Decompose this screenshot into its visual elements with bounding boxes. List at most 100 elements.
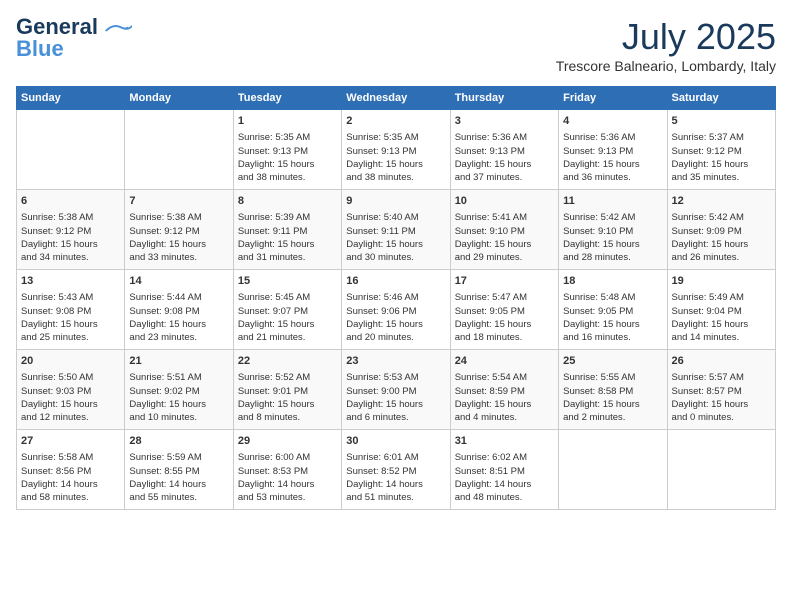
day-header-thursday: Thursday <box>450 87 558 110</box>
day-number: 11 <box>563 194 662 209</box>
week-row-3: 13Sunrise: 5:43 AM Sunset: 9:08 PM Dayli… <box>17 270 776 350</box>
day-number: 19 <box>672 274 771 289</box>
day-number: 31 <box>455 434 554 449</box>
calendar-header-row: SundayMondayTuesdayWednesdayThursdayFrid… <box>17 87 776 110</box>
day-info: Sunrise: 6:02 AM Sunset: 8:51 PM Dayligh… <box>455 451 554 504</box>
calendar-cell: 24 Sunrise: 5:54 AM Sunset: 8:59 PM Dayli… <box>450 350 558 430</box>
day-header-monday: Monday <box>125 87 233 110</box>
day-number: 22 <box>238 354 337 369</box>
calendar-cell: 15 Sunrise: 5:45 AM Sunset: 9:07 PM Dayli… <box>233 270 341 350</box>
day-info: Sunrise: 5:48 AM Sunset: 9:05 PM Dayligh… <box>563 291 662 344</box>
day-number: 26 <box>672 354 771 369</box>
calendar-cell: 2Sunrise: 5:35 AM Sunset: 9:13 PM Daylig… <box>342 110 450 190</box>
day-info: Sunrise: 5:38 AM Sunset: 9:12 PM Dayligh… <box>21 211 120 264</box>
day-info: Sunrise: 5:59 AM Sunset: 8:55 PM Dayligh… <box>129 451 228 504</box>
day-number: 3 <box>455 114 554 129</box>
day-info: Sunrise: 5:36 AM Sunset: 9:13 PM Dayligh… <box>455 131 554 184</box>
day-info: Sunrise: 5:42 AM Sunset: 9:09 PM Dayligh… <box>672 211 771 264</box>
logo: GeneralBlue <box>16 16 132 60</box>
logo-bird-icon <box>102 22 132 40</box>
day-info: Sunrise: 5:55 AM Sunset: 8:58 PM Dayligh… <box>563 371 662 424</box>
day-info: Sunrise: 5:57 AM Sunset: 8:57 PM Dayligh… <box>672 371 771 424</box>
calendar-cell: 11 Sunrise: 5:42 AM Sunset: 9:10 PM Dayli… <box>559 190 667 270</box>
day-info: Sunrise: 5:43 AM Sunset: 9:08 PM Dayligh… <box>21 291 120 344</box>
location: Trescore Balneario, Lombardy, Italy <box>556 58 776 74</box>
week-row-2: 6Sunrise: 5:38 AM Sunset: 9:12 PM Daylig… <box>17 190 776 270</box>
day-info: Sunrise: 5:36 AM Sunset: 9:13 PM Dayligh… <box>563 131 662 184</box>
calendar-body: 1 Sunrise: 5:35 AM Sunset: 9:13 PM Daylig… <box>17 110 776 510</box>
day-info: Sunrise: 5:58 AM Sunset: 8:56 PM Dayligh… <box>21 451 120 504</box>
day-info: Sunrise: 5:39 AM Sunset: 9:11 PM Dayligh… <box>238 211 337 264</box>
calendar-cell: 30 Sunrise: 6:01 AM Sunset: 8:52 PM Dayli… <box>342 430 450 510</box>
calendar-cell <box>667 430 775 510</box>
day-info: Sunrise: 5:45 AM Sunset: 9:07 PM Dayligh… <box>238 291 337 344</box>
calendar-cell: 14 Sunrise: 5:44 AM Sunset: 9:08 PM Dayli… <box>125 270 233 350</box>
day-info: Sunrise: 5:38 AM Sunset: 9:12 PM Dayligh… <box>129 211 228 264</box>
month-year: July 2025 <box>556 16 776 58</box>
day-number: 17 <box>455 274 554 289</box>
calendar-cell: 21Sunrise: 5:51 AM Sunset: 9:02 PM Dayli… <box>125 350 233 430</box>
day-number: 8 <box>238 194 337 209</box>
day-info: Sunrise: 5:50 AM Sunset: 9:03 PM Dayligh… <box>21 371 120 424</box>
day-info: Sunrise: 6:00 AM Sunset: 8:53 PM Dayligh… <box>238 451 337 504</box>
day-number: 20 <box>21 354 120 369</box>
day-number: 7 <box>129 194 228 209</box>
calendar-cell: 22Sunrise: 5:52 AM Sunset: 9:01 PM Dayli… <box>233 350 341 430</box>
calendar-table: SundayMondayTuesdayWednesdayThursdayFrid… <box>16 86 776 510</box>
day-info: Sunrise: 5:44 AM Sunset: 9:08 PM Dayligh… <box>129 291 228 344</box>
calendar-cell: 16Sunrise: 5:46 AM Sunset: 9:06 PM Dayli… <box>342 270 450 350</box>
day-number: 23 <box>346 354 445 369</box>
day-number: 29 <box>238 434 337 449</box>
title-block: July 2025 Trescore Balneario, Lombardy, … <box>556 16 776 74</box>
calendar-cell <box>125 110 233 190</box>
calendar-cell: 26 Sunrise: 5:57 AM Sunset: 8:57 PM Dayli… <box>667 350 775 430</box>
calendar-cell: 4 Sunrise: 5:36 AM Sunset: 9:13 PM Daylig… <box>559 110 667 190</box>
day-header-saturday: Saturday <box>667 87 775 110</box>
day-number: 14 <box>129 274 228 289</box>
calendar-cell: 20 Sunrise: 5:50 AM Sunset: 9:03 PM Dayli… <box>17 350 125 430</box>
day-number: 30 <box>346 434 445 449</box>
day-number: 28 <box>129 434 228 449</box>
day-info: Sunrise: 5:53 AM Sunset: 9:00 PM Dayligh… <box>346 371 445 424</box>
calendar-cell: 28 Sunrise: 5:59 AM Sunset: 8:55 PM Dayli… <box>125 430 233 510</box>
day-header-friday: Friday <box>559 87 667 110</box>
calendar-cell: 9 Sunrise: 5:40 AM Sunset: 9:11 PM Daylig… <box>342 190 450 270</box>
calendar-cell: 7 Sunrise: 5:38 AM Sunset: 9:12 PM Daylig… <box>125 190 233 270</box>
day-number: 24 <box>455 354 554 369</box>
day-info: Sunrise: 5:37 AM Sunset: 9:12 PM Dayligh… <box>672 131 771 184</box>
calendar-cell: 25Sunrise: 5:55 AM Sunset: 8:58 PM Dayli… <box>559 350 667 430</box>
day-number: 2 <box>346 114 445 129</box>
day-header-wednesday: Wednesday <box>342 87 450 110</box>
day-info: Sunrise: 5:47 AM Sunset: 9:05 PM Dayligh… <box>455 291 554 344</box>
calendar-cell <box>559 430 667 510</box>
calendar-cell: 17 Sunrise: 5:47 AM Sunset: 9:05 PM Dayli… <box>450 270 558 350</box>
week-row-5: 27Sunrise: 5:58 AM Sunset: 8:56 PM Dayli… <box>17 430 776 510</box>
day-header-tuesday: Tuesday <box>233 87 341 110</box>
day-number: 4 <box>563 114 662 129</box>
calendar-cell: 31 Sunrise: 6:02 AM Sunset: 8:51 PM Dayli… <box>450 430 558 510</box>
calendar-cell: 6Sunrise: 5:38 AM Sunset: 9:12 PM Daylig… <box>17 190 125 270</box>
day-number: 9 <box>346 194 445 209</box>
calendar-cell: 23 Sunrise: 5:53 AM Sunset: 9:00 PM Dayli… <box>342 350 450 430</box>
calendar-cell: 19 Sunrise: 5:49 AM Sunset: 9:04 PM Dayli… <box>667 270 775 350</box>
week-row-4: 20 Sunrise: 5:50 AM Sunset: 9:03 PM Dayli… <box>17 350 776 430</box>
day-number: 1 <box>238 114 337 129</box>
day-number: 21 <box>129 354 228 369</box>
day-info: Sunrise: 5:42 AM Sunset: 9:10 PM Dayligh… <box>563 211 662 264</box>
day-info: Sunrise: 5:49 AM Sunset: 9:04 PM Dayligh… <box>672 291 771 344</box>
calendar-cell: 10Sunrise: 5:41 AM Sunset: 9:10 PM Dayli… <box>450 190 558 270</box>
calendar-cell: 3 Sunrise: 5:36 AM Sunset: 9:13 PM Daylig… <box>450 110 558 190</box>
day-number: 18 <box>563 274 662 289</box>
calendar-cell: 18 Sunrise: 5:48 AM Sunset: 9:05 PM Dayli… <box>559 270 667 350</box>
calendar-cell: 13Sunrise: 5:43 AM Sunset: 9:08 PM Dayli… <box>17 270 125 350</box>
day-number: 15 <box>238 274 337 289</box>
day-info: Sunrise: 6:01 AM Sunset: 8:52 PM Dayligh… <box>346 451 445 504</box>
day-info: Sunrise: 5:54 AM Sunset: 8:59 PM Dayligh… <box>455 371 554 424</box>
week-row-1: 1 Sunrise: 5:35 AM Sunset: 9:13 PM Daylig… <box>17 110 776 190</box>
calendar-cell: 27Sunrise: 5:58 AM Sunset: 8:56 PM Dayli… <box>17 430 125 510</box>
day-info: Sunrise: 5:40 AM Sunset: 9:11 PM Dayligh… <box>346 211 445 264</box>
day-info: Sunrise: 5:35 AM Sunset: 9:13 PM Dayligh… <box>238 131 337 184</box>
page-header: GeneralBlue July 2025 Trescore Balneario… <box>16 16 776 74</box>
calendar-cell: 8 Sunrise: 5:39 AM Sunset: 9:11 PM Daylig… <box>233 190 341 270</box>
calendar-cell: 1 Sunrise: 5:35 AM Sunset: 9:13 PM Daylig… <box>233 110 341 190</box>
